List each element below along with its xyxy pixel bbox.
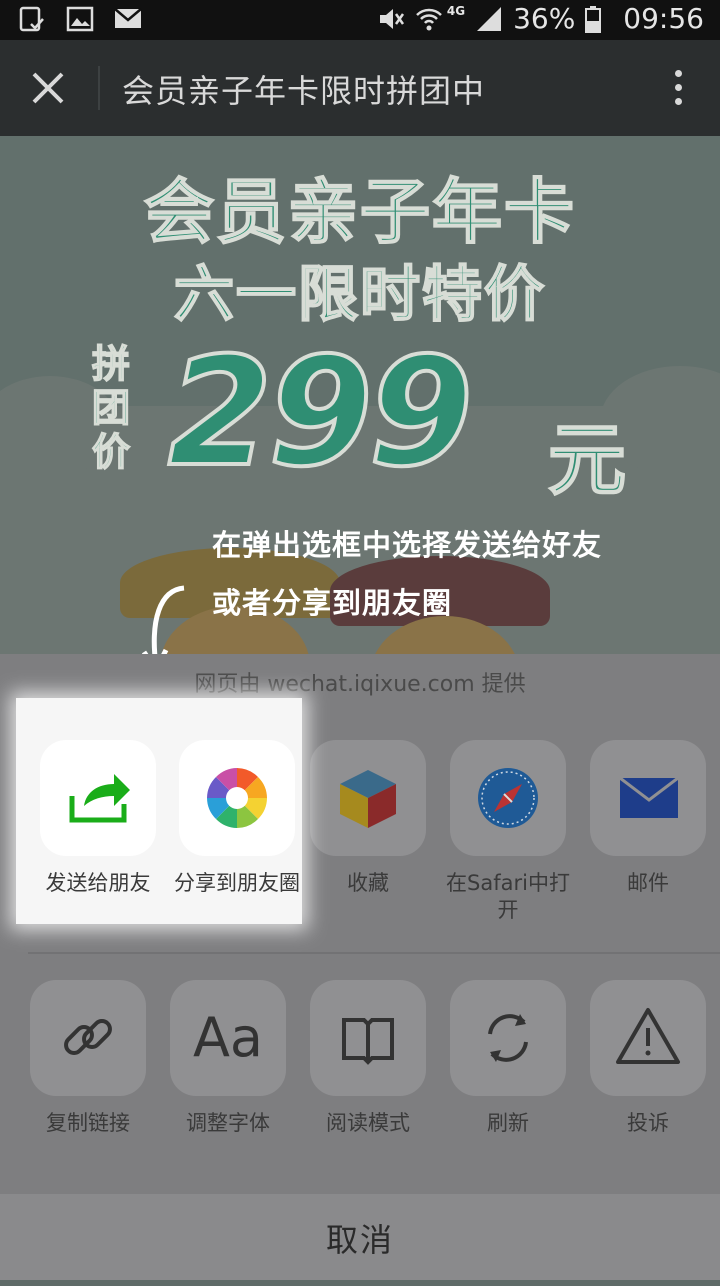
instruction-line-1: 在弹出选框中选择发送给好友: [212, 528, 603, 562]
action-tile: [310, 980, 426, 1096]
share-favorite[interactable]: 收藏: [298, 740, 438, 897]
share-open-safari[interactable]: 在Safari中打开: [438, 740, 578, 924]
share-label: 邮件: [627, 871, 669, 895]
action-report[interactable]: 投诉: [578, 980, 718, 1137]
status-bar: 4G 36% 09:56: [0, 0, 720, 40]
battery-percentage: 36%: [513, 2, 576, 35]
cancel-button[interactable]: 取消: [0, 1194, 720, 1280]
share-tile: [310, 740, 426, 856]
action-tile: [450, 980, 566, 1096]
safari-compass-icon: [478, 768, 538, 828]
poster-unit: 元: [547, 415, 627, 507]
share-label: 在Safari中打开: [446, 871, 570, 922]
action-copy-link[interactable]: 复制链接: [18, 980, 158, 1137]
title-divider: [98, 66, 100, 110]
share-forward-icon: [69, 774, 130, 823]
highlight-region: 发送给朋友 分享到朋友圈: [16, 698, 302, 924]
wifi-icon: [415, 5, 443, 33]
share-tile: [450, 740, 566, 856]
warning-icon: [616, 1008, 680, 1064]
share-send-to-friend[interactable]: 发送给朋友: [28, 740, 168, 897]
network-type: 4G: [446, 3, 466, 18]
poster-headline: 会员亲子年卡: [143, 170, 576, 254]
share-label: 收藏: [347, 871, 389, 895]
clock: 09:56: [623, 2, 704, 35]
signal-icon: [475, 5, 503, 33]
book-icon: [342, 1018, 394, 1065]
action-tile: Aa: [170, 980, 286, 1096]
action-label: 投诉: [627, 1111, 669, 1135]
refresh-icon: [488, 1014, 528, 1062]
poster-tuan-label: 拼团价: [91, 341, 131, 475]
moments-icon: [207, 768, 267, 828]
mail-icon: [114, 6, 142, 32]
share-tile: [590, 740, 706, 856]
title-bar: 会员亲子年卡限时拼团中: [0, 40, 720, 136]
action-refresh[interactable]: 刷新: [438, 980, 578, 1137]
share-mail[interactable]: 邮件: [578, 740, 718, 897]
share-label: 分享到朋友圈: [174, 871, 300, 895]
poster-subheadline: 六一限时特价: [173, 259, 546, 331]
action-tile: [30, 980, 146, 1096]
poster-banner: 会员亲子年卡 六一限时特价 拼团价 299 元: [0, 136, 720, 656]
mail-icon: [619, 776, 679, 818]
link-icon: [64, 1019, 112, 1055]
action-tile: [590, 980, 706, 1096]
action-label: 阅读模式: [326, 1111, 410, 1135]
action-label: 复制链接: [46, 1111, 130, 1135]
action-font-size[interactable]: Aa 调整字体: [158, 980, 298, 1137]
share-tile: [40, 740, 156, 856]
close-icon: [32, 72, 64, 104]
tablet-check-icon: [18, 6, 46, 32]
battery-icon: [585, 5, 613, 33]
instruction-line-2: 或者分享到朋友圈: [212, 586, 453, 620]
action-reader-mode[interactable]: 阅读模式: [298, 980, 438, 1137]
more-button[interactable]: [670, 70, 686, 110]
share-label: 发送给朋友: [45, 871, 151, 895]
image-icon: [66, 6, 94, 32]
more-vertical-icon: [670, 70, 686, 105]
share-tile: [179, 740, 295, 856]
action-label: 调整字体: [186, 1111, 270, 1135]
favorite-cube-icon: [340, 770, 396, 828]
page-title: 会员亲子年卡限时拼团中: [122, 72, 486, 110]
poster-price: 299: [166, 324, 475, 502]
mute-icon: [377, 5, 405, 33]
action-label: 刷新: [487, 1111, 529, 1135]
provider-text: 网页由 wechat.iqixue.com 提供: [194, 672, 526, 697]
sheet-divider: [28, 952, 720, 954]
close-button[interactable]: [20, 64, 76, 112]
share-moments[interactable]: 分享到朋友圈: [167, 740, 307, 897]
font-icon: Aa: [192, 1006, 264, 1069]
